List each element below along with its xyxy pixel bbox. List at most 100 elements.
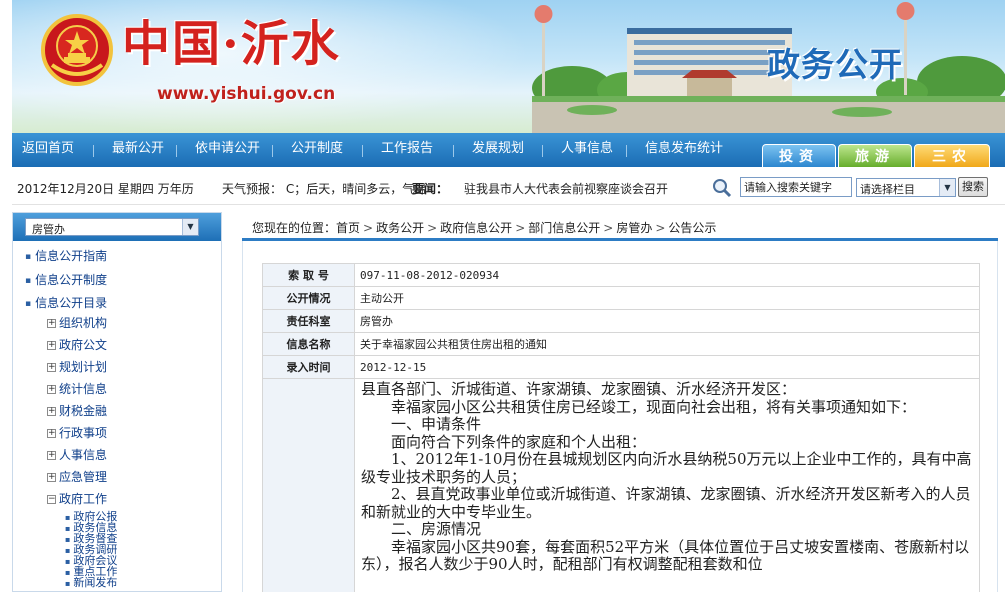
breadcrumb-gov-info[interactable]: 政府信息公开 — [440, 221, 512, 235]
tab-tourism[interactable]: 旅游 — [838, 144, 912, 168]
meta-value-date: 2012-12-15 — [354, 355, 980, 379]
document-body: 县直各部门、沂城街道、许家湖镇、龙家圈镇、沂水经济开发区： 幸福家园小区公共租赁… — [262, 378, 980, 592]
search-column-value: 请选择栏目 — [860, 183, 915, 196]
sidebar-item-system[interactable]: 信息公开制度 — [25, 271, 107, 288]
tree-item-organization[interactable]: + 组织机构 — [47, 314, 107, 331]
search-button[interactable]: 搜索 — [958, 177, 988, 197]
paragraph: 1、2012年1-10月份在县城规划区内向沂水县纳税50万元以上企业中工作的，具… — [361, 450, 972, 486]
site-title: 中国·沂水 — [122, 16, 341, 72]
tree-item-emergency[interactable]: + 应急管理 — [47, 468, 107, 485]
paragraph: 县直各部门、沂城街道、许家湖镇、龙家圈镇、沂水经济开发区： — [361, 380, 797, 398]
meta-value-title: 关于幸福家园公共租赁住房出租的通知 — [354, 332, 980, 356]
meta-key: 录入时间 — [262, 355, 355, 379]
paragraph: 2、县直党政事业单位或沂城街道、许家湖镇、龙家圈镇、沂水经济开发区新考入的人员和… — [361, 485, 971, 521]
department-value: 房管办 — [32, 223, 65, 236]
tree-item-label: 应急管理 — [59, 470, 108, 484]
meta-key: 责任科室 — [262, 309, 355, 333]
sidebar-item-guide[interactable]: 信息公开指南 — [25, 247, 107, 264]
tree-item-label: 人事信息 — [59, 448, 108, 462]
search-column-select[interactable]: 请选择栏目 ▼ — [856, 178, 956, 197]
paragraph: 幸福家园小区公共租赁住房已经竣工，现面向社会出租，将有关事项通知如下： — [391, 397, 917, 416]
department-select[interactable]: 房管办 ▼ — [25, 218, 199, 236]
table-row: 录入时间 2012-12-15 — [262, 355, 980, 379]
tree-item-finance[interactable]: + 财税金融 — [47, 402, 107, 419]
chevron-right-icon: > — [655, 221, 666, 235]
nav-item-personnel[interactable]: 人事信息 — [561, 133, 613, 167]
meta-key: 公开情况 — [262, 286, 355, 310]
document-text: 县直各部门、沂城街道、许家湖镇、龙家圈镇、沂水经济开发区： 幸福家园小区公共租赁… — [361, 380, 973, 574]
expand-icon[interactable]: + — [47, 429, 56, 438]
tree-item-statistics[interactable]: + 统计信息 — [47, 380, 107, 397]
breadcrumb-housing[interactable]: 房管办 — [616, 221, 652, 235]
meta-key: 信息名称 — [262, 332, 355, 356]
tab-invest[interactable]: 投资 — [762, 144, 836, 168]
national-emblem-icon — [41, 14, 113, 86]
expand-icon[interactable]: + — [47, 473, 56, 482]
table-row: 索 取 号 097-11-08-2012-020934 — [262, 263, 980, 287]
tree-item-label: 行政事项 — [59, 426, 108, 440]
leaf-item-press[interactable]: 新闻发布 — [65, 577, 117, 589]
tree-item-label: 统计信息 — [59, 382, 108, 396]
paragraph: 一、申请条件 — [391, 415, 482, 433]
nav-item-home[interactable]: 返回首页 — [22, 133, 74, 167]
breadcrumb-home[interactable]: 首页 — [336, 221, 360, 235]
document-meta-table: 索 取 号 097-11-08-2012-020934 公开情况 主动公开 责任… — [262, 263, 980, 379]
chevron-down-icon: ▼ — [182, 219, 198, 235]
chevron-right-icon: > — [515, 221, 526, 235]
breadcrumb-notices[interactable]: 公告公示 — [668, 221, 716, 235]
breadcrumb: 您现在的位置：首页 > 政务公开 > 政府信息公开 > 部门信息公开 > 房管办 > 公告公示 — [252, 219, 716, 236]
paragraph: 幸福家园小区共90套，每套面积52平方米（具体位置位于吕丈坡安置楼南、苍廒新村以… — [361, 537, 970, 573]
nav-item-report[interactable]: 工作报告 — [381, 133, 433, 167]
tree-item-personnel[interactable]: + 人事信息 — [47, 446, 107, 463]
paragraph: 二、房源情况 — [391, 520, 482, 538]
breadcrumb-dept-info[interactable]: 部门信息公开 — [528, 221, 600, 235]
meta-value-department: 房管办 — [354, 309, 980, 333]
paragraph: 面向符合下列条件的家庭和个人出租： — [391, 432, 647, 451]
magnifier-icon — [713, 179, 732, 198]
sidebar: 房管办 ▼ 信息公开指南 信息公开制度 信息公开目录 +组织机构 +政府公文 +… — [12, 212, 222, 592]
tree-item-label: 政府公文 — [59, 338, 108, 352]
table-row: 信息名称 关于幸福家园公共租赁住房出租的通知 — [262, 332, 980, 356]
tree-item-label: 组织机构 — [59, 316, 108, 330]
tree-item-planning[interactable]: + 规划计划 — [47, 358, 107, 375]
chevron-down-icon: ▼ — [939, 179, 955, 196]
body-label-column — [263, 379, 355, 592]
tab-agriculture[interactable]: 三农 — [914, 144, 990, 168]
expand-icon[interactable]: + — [47, 451, 56, 460]
sidebar-item-catalog[interactable]: 信息公开目录 — [25, 294, 107, 311]
expand-icon[interactable]: + — [47, 407, 56, 416]
nav-item-stats[interactable]: 信息发布统计 — [645, 133, 723, 167]
table-row: 责任科室 房管办 — [262, 309, 980, 333]
tree-item-label: 规划计划 — [59, 360, 108, 374]
expand-icon[interactable]: + — [47, 363, 56, 372]
nav-item-latest[interactable]: 最新公开 — [112, 133, 164, 167]
header-banner: 中国·沂水 www.yishui.gov.cn 政务公开 — [12, 0, 1005, 133]
news-ticker[interactable]: 驻我县市人大代表会前视察座谈会召开 — [464, 180, 668, 197]
collapse-icon[interactable]: − — [47, 495, 56, 504]
tree-item-label: 财税金融 — [59, 404, 108, 418]
tree-item-label: 政府工作 — [59, 492, 108, 506]
expand-icon[interactable]: + — [47, 319, 56, 328]
chevron-right-icon: > — [363, 221, 374, 235]
tree-item-government-work[interactable]: − 政府工作 — [47, 490, 107, 507]
news-label: 要闻： — [412, 182, 449, 196]
expand-icon[interactable]: + — [47, 341, 56, 350]
info-bar: 2012年12月20日 星期四 万年历 天气预报： C；后天，晴间多云，气温 要… — [12, 170, 1005, 205]
date-calendar[interactable]: 2012年12月20日 星期四 万年历 — [17, 180, 194, 197]
section-title: 政务公开 — [767, 45, 903, 84]
nav-item-apply[interactable]: 依申请公开 — [195, 133, 260, 167]
search-input[interactable] — [740, 177, 852, 197]
meta-value-disclosure: 主动公开 — [354, 286, 980, 310]
breadcrumb-gov-affairs[interactable]: 政务公开 — [376, 221, 424, 235]
site-url[interactable]: www.yishui.gov.cn — [157, 84, 335, 104]
tree-item-administrative[interactable]: + 行政事项 — [47, 424, 107, 441]
expand-icon[interactable]: + — [47, 385, 56, 394]
sidebar-header: 房管办 ▼ — [13, 213, 221, 241]
meta-key: 索 取 号 — [262, 263, 355, 287]
nav-item-system[interactable]: 公开制度 — [291, 133, 343, 167]
chevron-right-icon: > — [603, 221, 614, 235]
nav-item-plan[interactable]: 发展规划 — [472, 133, 524, 167]
weather-forecast: 天气预报： C；后天，晴间多云，气温 — [222, 182, 427, 196]
breadcrumb-prefix: 您现在的位置： — [252, 221, 337, 235]
tree-item-documents[interactable]: + 政府公文 — [47, 336, 107, 353]
